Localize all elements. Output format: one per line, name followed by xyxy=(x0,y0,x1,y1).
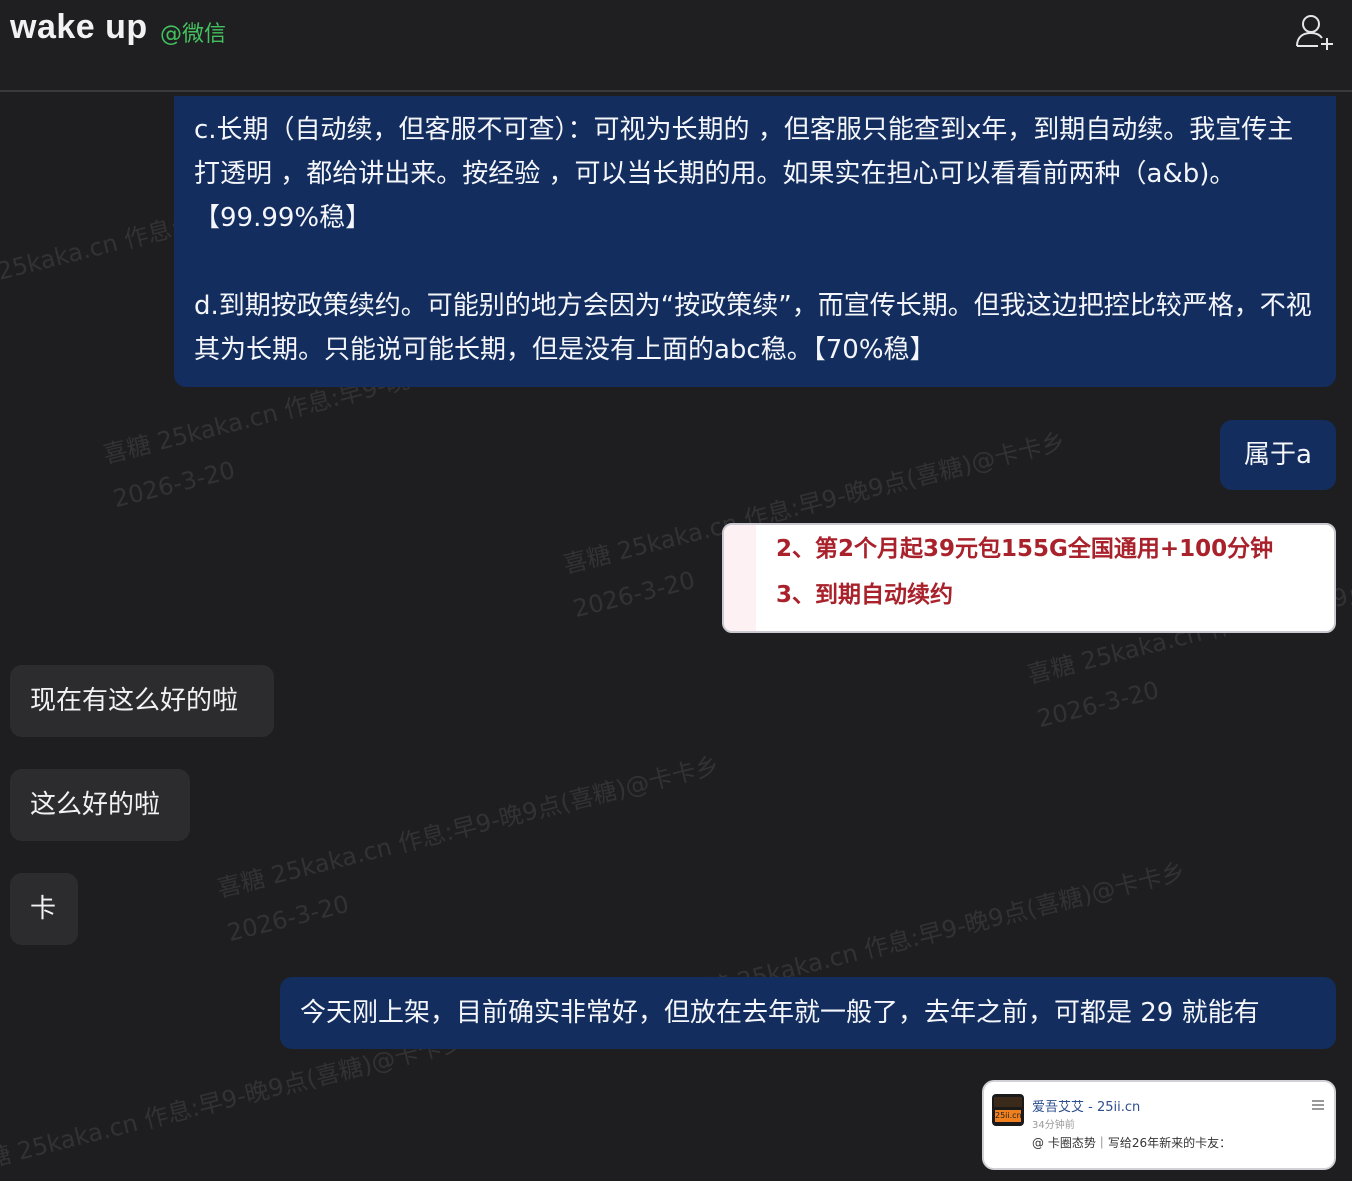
message-bubble-outgoing[interactable]: 今天刚上架，目前确实非常好，但放在去年就一般了，去年之前，可都是 29 就能有 xyxy=(280,977,1336,1049)
message-bubble-incoming[interactable]: 这么好的啦 xyxy=(10,769,190,841)
menu-icon[interactable] xyxy=(1312,1100,1324,1110)
image-border-strip xyxy=(724,525,756,631)
message-image[interactable]: 2、第2个月起39元包155G全国通用+100分钟 3、到期自动续约 xyxy=(722,523,1336,633)
watermark-date: 2026-3-20 xyxy=(110,455,238,514)
link-timestamp: 34分钟前 xyxy=(1032,1120,1075,1131)
chat-header: wake up @微信 xyxy=(0,0,1352,92)
source-tag: @微信 xyxy=(160,22,227,47)
message-bubble-outgoing[interactable]: 属于a xyxy=(1220,420,1336,490)
link-snippet: @ 卡圈态势｜写给26年新来的卡友： xyxy=(1032,1136,1232,1150)
message-bubble-incoming[interactable]: 卡 xyxy=(10,873,78,945)
watermark-date: 2026-3-20 xyxy=(1034,675,1162,734)
chat-title: wake up xyxy=(10,8,148,46)
watermark-date: 2026-3-20 xyxy=(570,565,698,624)
watermark: 喜糖 25kaka.cn 作息:早9-晚9点(喜糖)@卡卡乡 xyxy=(214,751,723,904)
watermark-date: 2026-3-20 xyxy=(224,889,352,948)
add-contact-icon[interactable] xyxy=(1294,12,1336,54)
image-text-line: 3、到期自动续约 xyxy=(776,582,954,608)
site-logo-text: 25ii.cn xyxy=(995,1110,1022,1122)
link-preview-card[interactable]: 25ii.cn 爱吾艾艾 - 25ii.cn 34分钟前 @ 卡圈态势｜写给26… xyxy=(982,1080,1336,1170)
message-bubble-outgoing[interactable]: c.长期（自动续，但客服不可查）：可视为长期的 ，但客服只能查到x年，到期自动续… xyxy=(174,96,1336,387)
image-text-line: 2、第2个月起39元包155G全国通用+100分钟 xyxy=(776,536,1274,562)
message-bubble-incoming[interactable]: 现在有这么好的啦 xyxy=(10,665,274,737)
site-logo: 25ii.cn xyxy=(992,1094,1024,1126)
link-site-name: 爱吾艾艾 - 25ii.cn xyxy=(1032,1100,1141,1115)
